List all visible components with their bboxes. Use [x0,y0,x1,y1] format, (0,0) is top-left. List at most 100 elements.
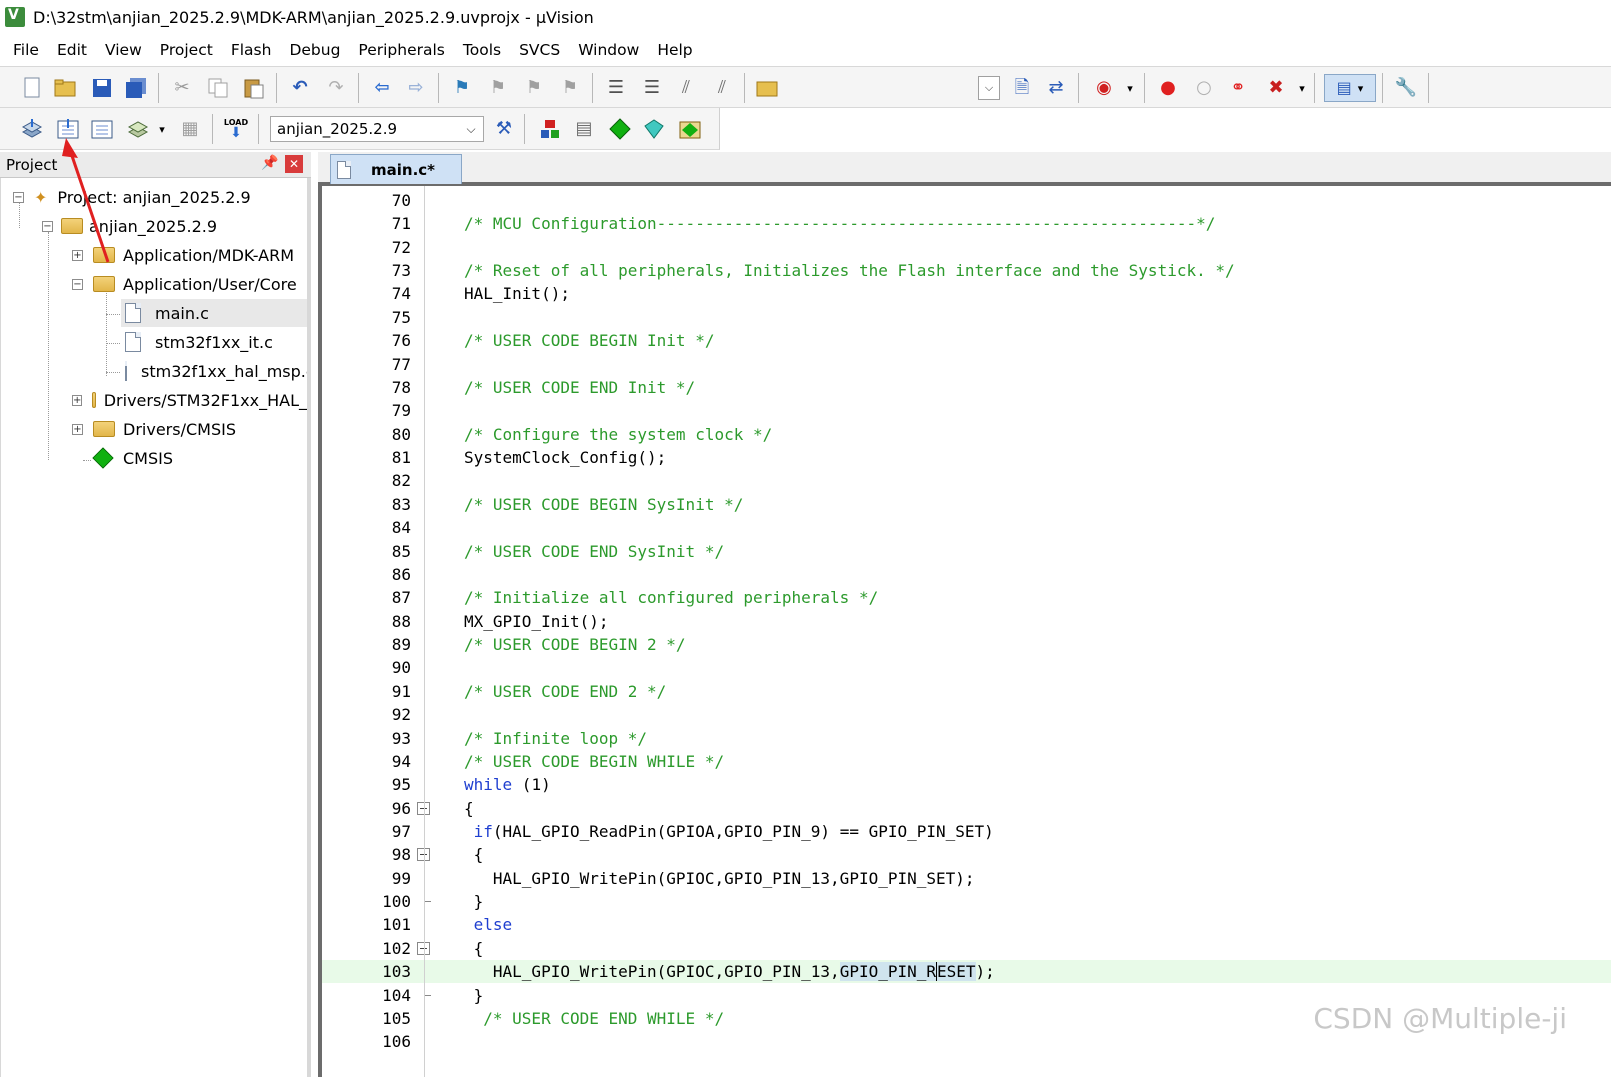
expand-icon[interactable]: + [72,249,83,261]
navigate-back-icon[interactable]: ⇦ [368,74,396,102]
code-line[interactable]: 75 [322,306,1611,329]
menu-file[interactable]: File [4,37,48,63]
debug-session-icon[interactable]: ◉ [1090,74,1118,102]
menu-edit[interactable]: Edit [48,37,96,63]
tree-item-cmsis-component[interactable]: CMSIS [92,444,173,472]
enable-breakpoint-icon[interactable]: ○ [1190,74,1218,102]
breakpoint-dropdown-chevron-icon[interactable]: ▾ [1288,74,1316,102]
debug-dropdown-chevron-icon[interactable]: ▾ [1116,74,1144,102]
menu-debug[interactable]: Debug [280,37,349,63]
select-packs-icon[interactable]: ▤ [570,115,598,143]
bookmark-clear-icon[interactable]: ⚑ [556,74,584,102]
menu-project[interactable]: Project [151,37,222,63]
menu-tools[interactable]: Tools [454,37,510,63]
indent-icon[interactable]: ☰ [602,74,630,102]
code-line[interactable]: 86 [322,563,1611,586]
expand-icon[interactable]: + [72,394,83,406]
code-line[interactable]: 100 } [322,890,1611,913]
unindent-icon[interactable]: ☰ [638,74,666,102]
code-line[interactable]: 98 { [322,843,1611,866]
code-line[interactable]: 72 [322,236,1611,259]
save-icon[interactable] [88,74,116,102]
menu-flash[interactable]: Flash [222,37,281,63]
code-line[interactable]: 93 /* Infinite loop */ [322,727,1611,750]
find-icon[interactable]: 🗎 [1008,74,1036,102]
collapse-icon[interactable]: − [13,191,24,203]
code-line[interactable]: 78 /* USER CODE END Init */ [322,376,1611,399]
close-icon[interactable]: ✕ [285,155,303,173]
stop-build-icon[interactable]: ▦ [176,115,204,143]
menu-view[interactable]: View [96,37,151,63]
incremental-find-icon[interactable]: ⇄ [1042,74,1070,102]
menu-help[interactable]: Help [648,37,701,63]
menu-peripherals[interactable]: Peripherals [349,37,453,63]
code-line[interactable]: 102 { [322,937,1611,960]
code-line[interactable]: 71 /* MCU Configuration------------------… [322,212,1611,235]
code-line[interactable]: 80 /* Configure the system clock */ [322,423,1611,446]
collapse-icon[interactable]: − [72,278,83,290]
code-line[interactable]: 77 [322,353,1611,376]
code-line[interactable]: 97 if(HAL_GPIO_ReadPin(GPIOA,GPIO_PIN_9)… [322,820,1611,843]
code-editor[interactable]: 70 71 /* MCU Configuration----------------… [318,186,1611,1077]
bookmark-prev-icon[interactable]: ⚑ [484,74,512,102]
code-line[interactable]: 82 [322,469,1611,492]
code-line[interactable]: 74 HAL_Init(); [322,282,1611,305]
target-options-wand-icon[interactable]: ⚒ [490,115,518,143]
code-line[interactable]: 76 /* USER CODE BEGIN Init */ [322,329,1611,352]
code-line[interactable]: 79 [322,399,1611,422]
find-in-files-icon[interactable] [754,74,782,102]
pack-installer-icon[interactable] [640,115,668,143]
build-icon[interactable] [54,115,82,143]
tree-item-project-root[interactable]: − ✦ Project: anjian_2025.2.9 [13,183,251,211]
collapse-icon[interactable]: − [42,220,53,232]
tree-item-group-hal-driver[interactable]: + Drivers/STM32F1xx_HAL_ [72,386,307,414]
code-line[interactable]: 81 SystemClock_Config(); [322,446,1611,469]
bookmark-toggle-icon[interactable]: ⚑ [448,74,476,102]
code-line[interactable]: 85 /* USER CODE END SysInit */ [322,540,1611,563]
tree-item-file-main[interactable]: main.c [121,299,307,327]
code-line[interactable]: 88 MX_GPIO_Init(); [322,610,1611,633]
code-line[interactable]: 103 HAL_GPIO_WritePin(GPIOC,GPIO_PIN_13,… [322,960,1611,984]
uncomment-icon[interactable]: ⫽ [708,74,736,102]
configure-wrench-icon[interactable]: 🔧 [1392,74,1420,102]
save-all-icon[interactable] [122,74,150,102]
translate-icon[interactable] [18,115,46,143]
target-select[interactable]: anjian_2025.2.9 ⌵ [270,116,484,142]
undo-icon[interactable]: ↶ [286,74,314,102]
copy-icon[interactable] [204,74,232,102]
tab-main-c[interactable]: main.c* [330,154,462,184]
tree-item-group-mdk-arm[interactable]: + Application/MDK-ARM [72,241,294,269]
code-line[interactable]: 70 [322,189,1611,212]
code-line[interactable]: 84 [322,516,1611,539]
window-layout-icon[interactable]: ▤ ▾ [1324,74,1376,102]
pin-icon[interactable]: 📌 [261,155,278,173]
kill-all-breakpoints-icon[interactable]: ✖ [1262,74,1290,102]
code-line[interactable]: 99 HAL_GPIO_WritePin(GPIOC,GPIO_PIN_13,G… [322,867,1611,890]
manage-project-items-icon[interactable] [536,115,564,143]
open-folder-icon[interactable] [52,74,80,102]
insert-breakpoint-icon[interactable]: ● [1154,74,1182,102]
code-line[interactable]: 73 /* Reset of all peripherals, Initializ… [322,259,1611,282]
bookmark-next-icon[interactable]: ⚑ [520,74,548,102]
code-line[interactable]: 101 else [322,913,1611,936]
code-line[interactable]: 83 /* USER CODE BEGIN SysInit */ [322,493,1611,516]
download-load-icon[interactable]: LOAD ⬇ [222,115,250,143]
find-combo-chevron-icon[interactable]: ⌵ [978,76,1000,100]
tree-item-group-user-core[interactable]: − Application/User/Core [72,270,297,298]
menu-window[interactable]: Window [569,37,648,63]
navigate-forward-icon[interactable]: ⇨ [402,74,430,102]
disable-all-breakpoints-icon[interactable]: ⚭ [1224,74,1252,102]
software-packs-icon[interactable] [676,115,704,143]
batch-build-chevron-icon[interactable]: ▾ [148,115,176,143]
code-line[interactable]: 95 while (1) [322,773,1611,796]
new-file-icon[interactable] [18,74,46,102]
tree-item-target[interactable]: − anjian_2025.2.9 [42,212,217,240]
menu-svcs[interactable]: SVCS [510,37,569,63]
expand-icon[interactable]: + [72,423,83,435]
code-line[interactable]: 91 /* USER CODE END 2 */ [322,680,1611,703]
rebuild-icon[interactable] [88,115,116,143]
tree-item-file-msp[interactable]: stm32f1xx_hal_msp.c [125,357,307,385]
tree-item-file-it[interactable]: stm32f1xx_it.c [125,328,273,356]
paste-icon[interactable] [240,74,268,102]
code-line[interactable]: 94 /* USER CODE BEGIN WHILE */ [322,750,1611,773]
